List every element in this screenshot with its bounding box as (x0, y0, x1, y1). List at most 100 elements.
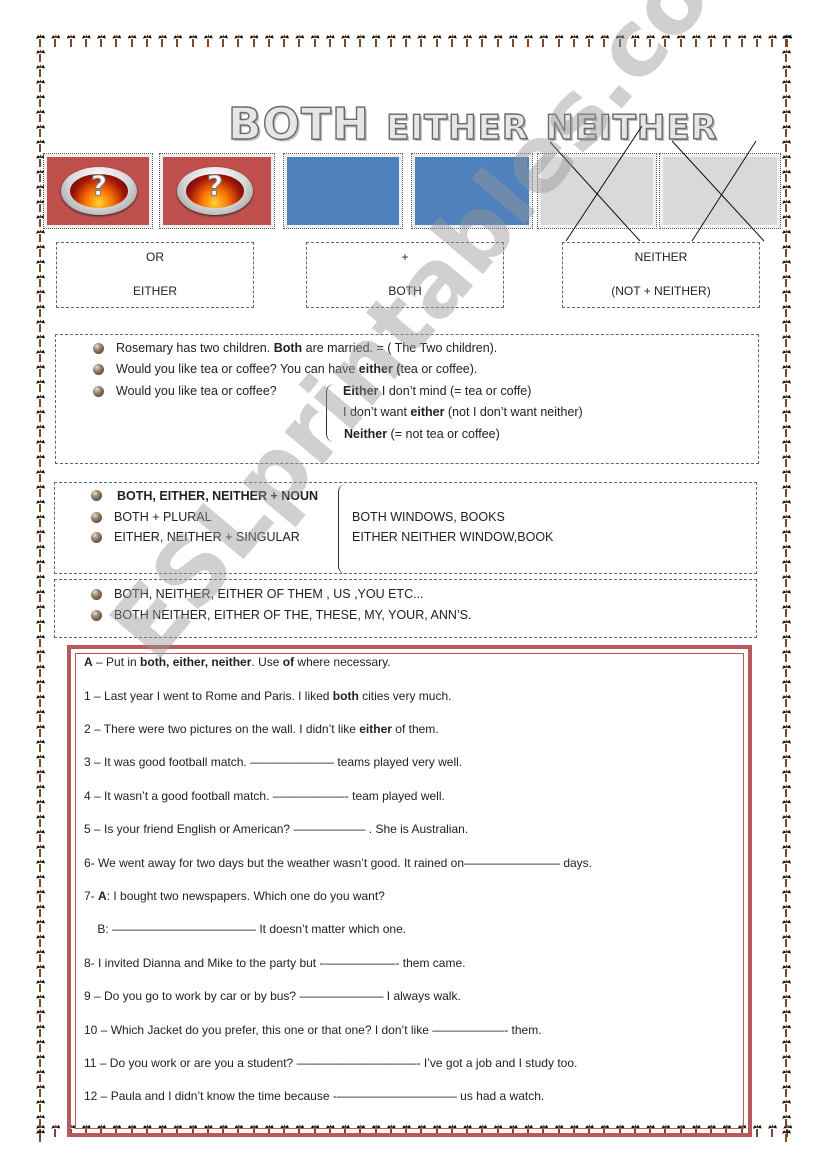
palm-tree-icon (507, 34, 519, 47)
palm-tree-icon (780, 1114, 792, 1127)
palm-tree-icon (34, 1069, 46, 1082)
legend-box-neither: NEITHER (NOT + NEITHER) (562, 242, 760, 308)
palm-tree-icon (614, 34, 626, 47)
palm-tree-icon (780, 889, 792, 902)
brace (338, 484, 347, 574)
palm-tree-icon (780, 559, 792, 572)
palm-tree-icon (34, 559, 46, 572)
palm-tree-icon (780, 79, 792, 92)
palm-tree-icon (34, 1129, 46, 1142)
palm-tree-icon (780, 229, 792, 242)
palm-tree-icon (766, 1124, 778, 1137)
palm-tree-icon (780, 409, 792, 422)
palm-tree-icon (780, 724, 792, 737)
palm-tree-icon (34, 1039, 46, 1052)
palm-tree-icon (34, 364, 46, 377)
palm-tree-icon (293, 34, 305, 47)
title-word-neither: neither (545, 107, 718, 148)
legend-bottom: EITHER (132, 284, 177, 298)
palm-tree-icon (34, 724, 46, 737)
palm-tree-icon (644, 34, 656, 47)
palm-tree-icon (780, 259, 792, 272)
palm-tree-icon (34, 934, 46, 947)
tile-grey-2 (659, 153, 781, 229)
palm-tree-icon (553, 34, 565, 47)
palm-tree-icon (34, 379, 46, 392)
palm-tree-icon (629, 34, 641, 47)
palm-tree-icon (34, 619, 46, 632)
palm-tree-icon (780, 319, 792, 332)
bullet-icon (93, 386, 104, 397)
legend-bottom: BOTH (388, 284, 422, 298)
palm-tree-icon (780, 904, 792, 917)
palm-tree-icon (34, 799, 46, 812)
bullet-icon (91, 610, 102, 621)
tile-red-2: ? (159, 153, 275, 229)
legend-top: OR (146, 250, 164, 264)
palm-tree-icon (780, 379, 792, 392)
palm-tree-icon (431, 34, 443, 47)
palm-tree-icon (675, 34, 687, 47)
palm-tree-icon (780, 949, 792, 962)
palm-tree-icon (324, 34, 336, 47)
palm-tree-icon (780, 1024, 792, 1037)
palm-tree-icon (780, 1069, 792, 1082)
palm-tree-icon (780, 874, 792, 887)
palm-tree-icon (780, 64, 792, 77)
palm-tree-icon (34, 544, 46, 557)
palm-tree-icon (34, 964, 46, 977)
palm-tree-icon (34, 484, 46, 497)
palm-tree-icon (780, 619, 792, 632)
example-line-1: Rosemary has two children. Both are marr… (116, 341, 498, 355)
palm-tree-icon (34, 274, 46, 287)
tile-blue-2 (411, 153, 533, 229)
palm-border-top (34, 34, 794, 48)
palm-tree-icon (34, 1099, 46, 1112)
brace (326, 384, 335, 442)
palm-tree-icon (34, 1054, 46, 1067)
palm-tree-icon (690, 34, 702, 47)
palm-tree-icon (766, 34, 778, 47)
question-icon: ? (177, 167, 253, 215)
palm-tree-icon (34, 979, 46, 992)
exercise-item-12: 12 – Paula and I didn’t know the time be… (84, 1089, 545, 1103)
palm-tree-icon (34, 394, 46, 407)
palm-tree-icon (34, 334, 46, 347)
noun-rules-heading: BOTH, EITHER, NEITHER + NOUN (117, 489, 319, 503)
palm-tree-icon (34, 739, 46, 752)
palm-tree-icon (415, 34, 427, 47)
palm-tree-icon (659, 34, 671, 47)
palm-tree-icon (780, 334, 792, 347)
palm-tree-icon (385, 34, 397, 47)
palm-tree-icon (34, 1084, 46, 1097)
palm-tree-icon (34, 589, 46, 602)
of-rule: BOTH, NEITHER, EITHER OF THEM , US ,YOU … (114, 587, 424, 601)
palm-tree-icon (34, 754, 46, 767)
palm-tree-icon (34, 319, 46, 332)
title-word-both: Both (227, 98, 370, 150)
palm-tree-icon (217, 34, 229, 47)
palm-tree-icon (248, 34, 260, 47)
palm-tree-icon (780, 364, 792, 377)
palm-tree-icon (780, 529, 792, 542)
palm-tree-icon (780, 34, 792, 47)
palm-tree-icon (780, 544, 792, 557)
palm-tree-icon (780, 469, 792, 482)
palm-tree-icon (34, 64, 46, 77)
palm-tree-icon (34, 784, 46, 797)
palm-tree-icon (34, 889, 46, 902)
bullet-icon (91, 589, 102, 600)
palm-tree-icon (461, 34, 473, 47)
palm-tree-icon (34, 349, 46, 362)
palm-tree-icon (780, 304, 792, 317)
palm-tree-icon (780, 649, 792, 662)
palm-tree-icon (780, 1054, 792, 1067)
palm-tree-icon (492, 34, 504, 47)
tile-blue-1 (283, 153, 403, 229)
palm-tree-icon (780, 934, 792, 947)
palm-tree-icon (34, 949, 46, 962)
bullet-icon (91, 532, 102, 543)
palm-tree-icon (34, 679, 46, 692)
palm-tree-icon (780, 574, 792, 587)
palm-tree-icon (34, 829, 46, 842)
